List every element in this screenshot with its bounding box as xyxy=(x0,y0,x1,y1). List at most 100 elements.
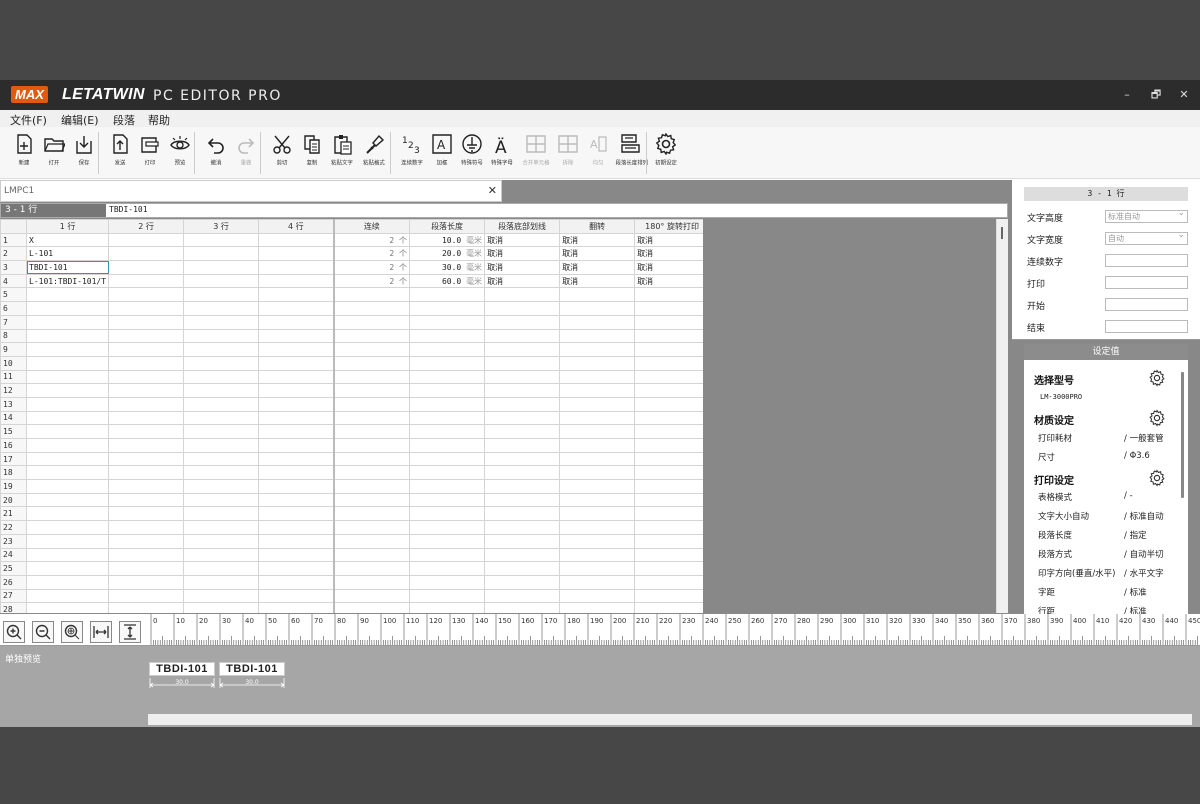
cell-line-1[interactable] xyxy=(25,561,110,576)
row-number[interactable]: 19 xyxy=(0,479,27,494)
length-sort-button[interactable]: 段落长度排列 xyxy=(614,133,648,173)
row-number[interactable]: 2 xyxy=(0,246,27,262)
cell-sequence[interactable] xyxy=(332,561,411,576)
row-number[interactable]: 7 xyxy=(0,314,27,330)
cell-line-4[interactable] xyxy=(258,547,335,563)
folder-open-button[interactable]: 打开 xyxy=(38,133,70,173)
cell-line-3[interactable] xyxy=(183,410,260,426)
cell-flip[interactable] xyxy=(559,561,636,576)
cell-line-3[interactable] xyxy=(183,465,260,481)
cell-rotate[interactable] xyxy=(634,533,711,549)
cell-flip[interactable]: 取消 xyxy=(559,232,636,248)
cell-rotate[interactable] xyxy=(634,410,711,426)
cell-length[interactable] xyxy=(409,588,486,604)
cell-sequence[interactable] xyxy=(332,383,411,398)
save-button[interactable]: 保存 xyxy=(68,133,100,173)
merge-cells-button[interactable]: 合并单元格 xyxy=(520,133,552,173)
cell-length[interactable] xyxy=(409,520,486,535)
cell-flip[interactable] xyxy=(559,410,636,426)
cell-line-4[interactable] xyxy=(258,561,335,576)
row-number[interactable]: 13 xyxy=(0,396,27,412)
cell-line-4[interactable] xyxy=(258,492,335,508)
cell-line-2[interactable] xyxy=(108,314,185,330)
material-gear-icon[interactable] xyxy=(1148,409,1166,427)
cell-line-2[interactable] xyxy=(108,424,185,439)
cell-line-2[interactable] xyxy=(108,260,185,275)
cell-rotate[interactable] xyxy=(634,369,711,385)
cell-line-3[interactable] xyxy=(183,520,260,535)
cell-line-3[interactable] xyxy=(183,328,260,344)
cell-flip[interactable] xyxy=(559,383,636,398)
cell-line-1[interactable] xyxy=(25,328,110,344)
preview-label-2[interactable]: TBDI-101 xyxy=(219,662,285,676)
document-tab[interactable]: LMPC1 ✕ xyxy=(0,180,502,202)
cell-underline[interactable] xyxy=(484,533,561,549)
cell-value-input[interactable]: TBDI-101 xyxy=(109,205,148,214)
cell-line-3[interactable] xyxy=(183,561,260,576)
column-header[interactable]: 1 行 xyxy=(25,219,110,234)
cell-line-2[interactable] xyxy=(108,438,185,453)
cell-underline[interactable] xyxy=(484,314,561,330)
cell-length[interactable] xyxy=(409,424,486,439)
cell-line-4[interactable] xyxy=(258,369,335,385)
cell-length[interactable] xyxy=(409,533,486,549)
cell-flip[interactable]: 取消 xyxy=(559,260,636,275)
sequence-number-button[interactable]: 1 2 3 连续数字 xyxy=(396,133,428,173)
cell-flip[interactable] xyxy=(559,547,636,563)
cell-underline[interactable] xyxy=(484,355,561,371)
cell-length[interactable] xyxy=(409,492,486,508)
cell-underline[interactable] xyxy=(484,465,561,481)
column-header[interactable]: 3 行 xyxy=(183,219,260,234)
cell-underline[interactable] xyxy=(484,547,561,563)
row-number[interactable]: 21 xyxy=(0,506,27,522)
cell-length[interactable]: 30.0 毫米 xyxy=(409,260,486,275)
cell-rotate[interactable] xyxy=(634,451,711,467)
cell-length[interactable] xyxy=(409,328,486,344)
cell-length[interactable] xyxy=(409,369,486,385)
preview-label-1[interactable]: TBDI-101 xyxy=(149,662,215,676)
fit-width-button[interactable] xyxy=(90,621,112,643)
cell-rotate[interactable] xyxy=(634,547,711,563)
menu-edit[interactable]: 编辑(E) xyxy=(61,112,99,128)
cell-line-2[interactable] xyxy=(108,492,185,508)
cell-line-3[interactable] xyxy=(183,246,260,262)
cell-underline[interactable] xyxy=(484,410,561,426)
cell-flip[interactable] xyxy=(559,438,636,453)
even-spacing-button[interactable]: A 均匀 xyxy=(582,133,614,173)
row-number[interactable]: 9 xyxy=(0,342,27,357)
restore-button[interactable]: 🗗 xyxy=(1146,85,1166,105)
cell-sequence[interactable] xyxy=(332,602,411,613)
print-gear-icon[interactable] xyxy=(1148,469,1166,487)
cell-line-2[interactable] xyxy=(108,465,185,481)
cell-line-1[interactable] xyxy=(25,451,110,467)
column-header[interactable]: 4 行 xyxy=(258,219,335,234)
cell-line-3[interactable] xyxy=(183,602,260,613)
cell-line-3[interactable] xyxy=(183,451,260,467)
cell-length[interactable]: 20.0 毫米 xyxy=(409,246,486,262)
cell-line-1[interactable] xyxy=(25,438,110,453)
cell-sequence[interactable] xyxy=(332,492,411,508)
menu-help[interactable]: 帮助 xyxy=(148,112,170,128)
cell-flip[interactable] xyxy=(559,369,636,385)
cell-line-1[interactable]: L-101 xyxy=(25,246,110,262)
cell-length[interactable] xyxy=(409,602,486,613)
menu-file[interactable]: 文件(F) xyxy=(10,112,47,128)
column-header[interactable]: 翻转 xyxy=(559,219,636,234)
cell-underline[interactable] xyxy=(484,602,561,613)
cell-sequence[interactable] xyxy=(332,479,411,494)
cell-line-1[interactable] xyxy=(25,506,110,522)
split-cells-button[interactable]: 拆除 xyxy=(552,133,584,173)
zoom-fit-button[interactable] xyxy=(61,621,83,643)
property-input[interactable] xyxy=(1105,298,1188,311)
cell-line-4[interactable] xyxy=(258,602,335,613)
cell-rotate[interactable] xyxy=(634,301,711,316)
cell-line-4[interactable] xyxy=(258,314,335,330)
cell-length[interactable] xyxy=(409,396,486,412)
row-number[interactable]: 8 xyxy=(0,328,27,344)
cell-length[interactable] xyxy=(409,301,486,316)
cell-sequence[interactable]: 2 个 xyxy=(332,260,411,275)
redo-button[interactable]: 重做 xyxy=(230,133,262,173)
cell-length[interactable] xyxy=(409,465,486,481)
special-symbol-button[interactable]: 特殊符号 xyxy=(456,133,488,173)
cell-sequence[interactable] xyxy=(332,451,411,467)
